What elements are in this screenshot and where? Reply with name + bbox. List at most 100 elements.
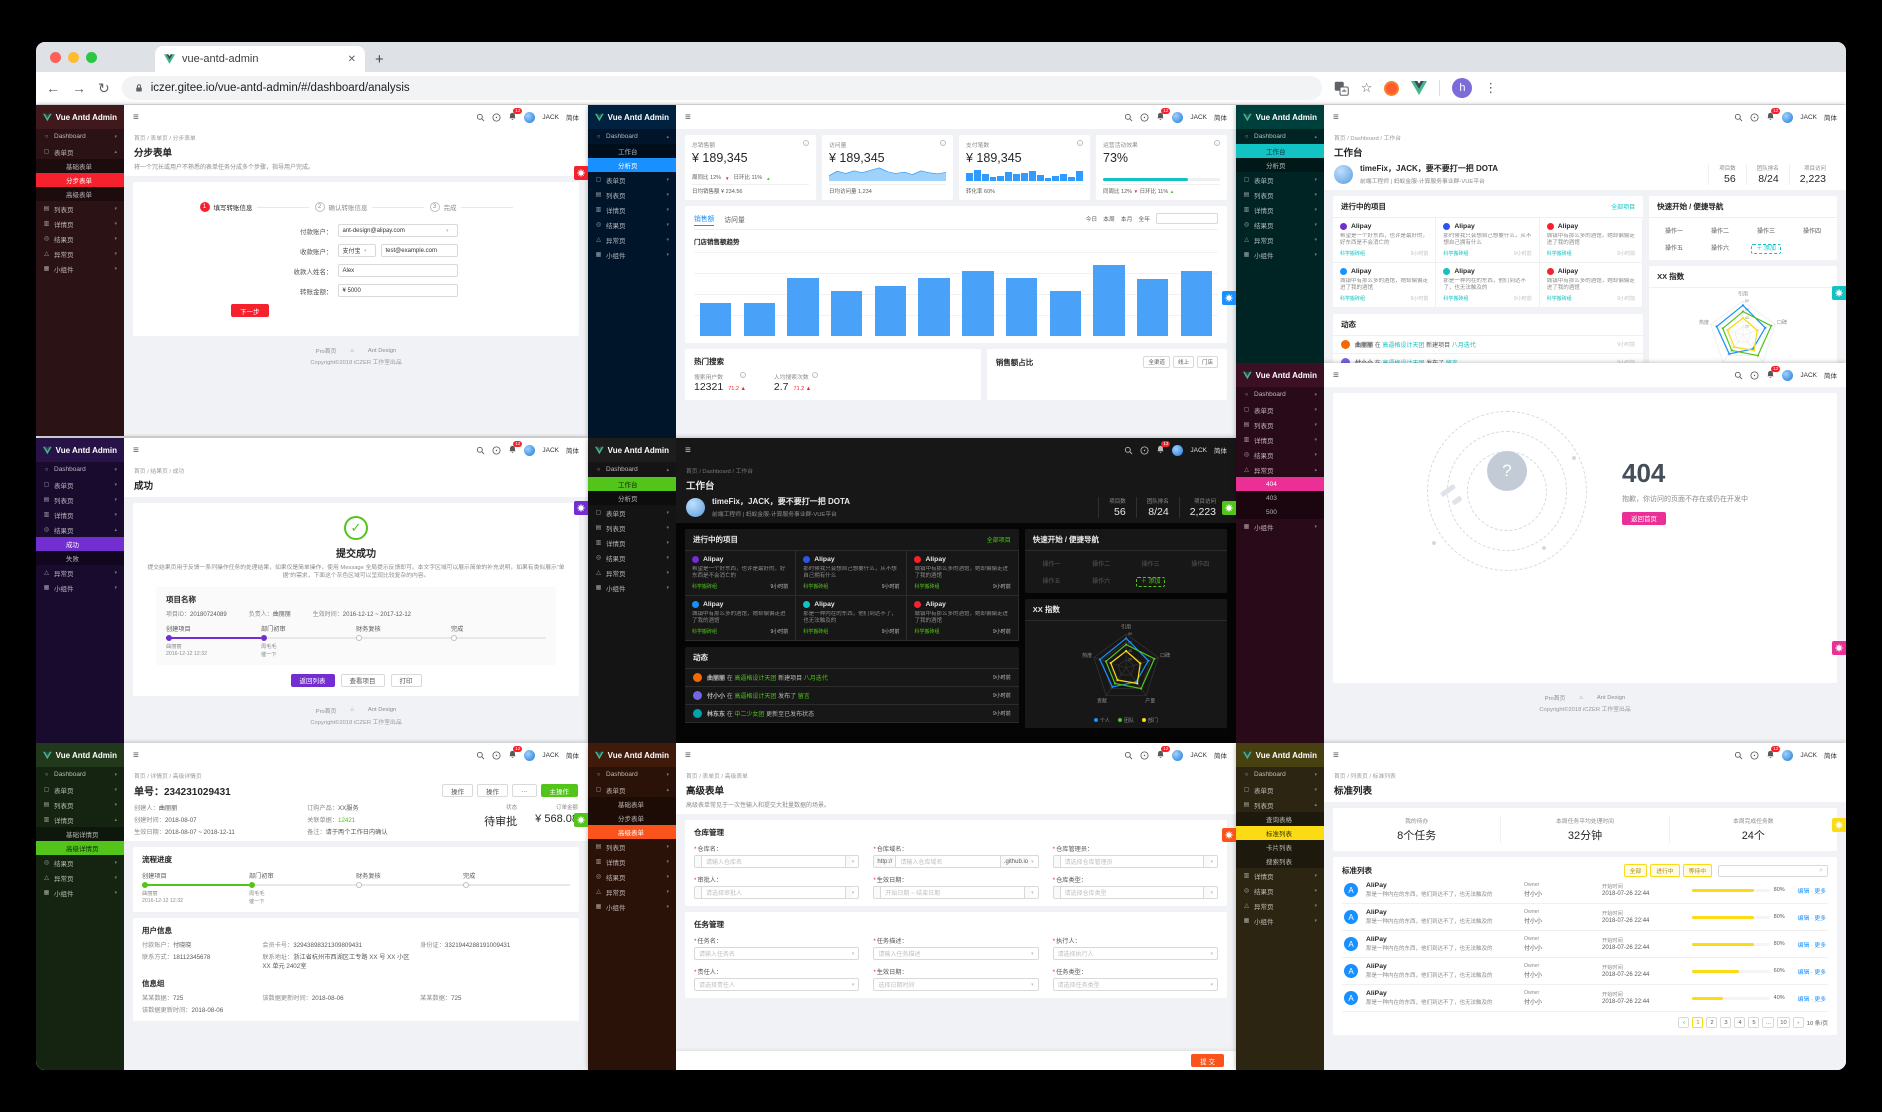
sidebar-item[interactable]: ○ Dashboard ▾ <box>36 767 124 782</box>
sidebar-item[interactable]: 标准列表 <box>1236 826 1324 840</box>
all-projects-link[interactable]: 全部项目 <box>987 535 1011 544</box>
sidebar-item[interactable]: 高级表单 <box>588 825 676 839</box>
address-bar[interactable]: iczer.gitee.io/vue-antd-admin/#/dashboar… <box>121 76 1322 100</box>
app-logo[interactable]: Vue Antd Admin <box>588 438 676 462</box>
action-button[interactable]: 操作 <box>477 784 508 797</box>
list-row[interactable]: A AliPay 那是一种内在的东西，他们到达不了，也无法触及的 Owner 付小小… <box>1342 877 1828 904</box>
page-number-button[interactable]: 4 <box>1734 1017 1746 1028</box>
form-input[interactable]: 请选择审批人 ▾ <box>694 886 860 899</box>
sidebar-item[interactable]: ◎ 结果页 ▾ <box>1236 217 1324 232</box>
sidebar-item[interactable]: ▤ 列表页 ▾ <box>588 187 676 202</box>
bookmark-star-icon[interactable]: ☆ <box>1361 80 1373 96</box>
help-icon[interactable] <box>1750 751 1759 760</box>
menu-fold-icon[interactable]: ≡ <box>1333 370 1339 381</box>
theme-settings-button[interactable] <box>1222 828 1236 842</box>
project-group-link[interactable]: 科学搬砖组 <box>803 628 828 635</box>
menu-fold-icon[interactable]: ≡ <box>133 445 139 456</box>
project-group-link[interactable]: 科学搬砖组 <box>692 628 717 635</box>
project-group-link[interactable]: 科学搬砖组 <box>1443 250 1468 257</box>
sidebar-item[interactable]: △ 异常页 ▾ <box>1236 232 1324 247</box>
language-switch[interactable]: 简体 <box>1824 112 1837 122</box>
sidebar-item[interactable]: ▢ 表单页 ▴ <box>588 782 676 797</box>
app-logo[interactable]: Vue Antd Admin <box>588 105 676 129</box>
sidebar-item[interactable]: △ 异常页 ▴ <box>1236 462 1324 477</box>
group-link[interactable]: 高逼格设计天团 <box>734 694 776 700</box>
back-home-button[interactable]: 返回首页 <box>1622 511 1666 525</box>
sidebar-item[interactable]: ▢ 表单页 ▾ <box>588 505 676 520</box>
sidebar-item[interactable]: ○ Dashboard ▾ <box>36 462 124 477</box>
sidebar-item[interactable]: ▥ 详情页 ▾ <box>1236 202 1324 217</box>
sidebar-item[interactable]: ○ Dashboard ▴ <box>1236 129 1324 144</box>
theme-settings-button[interactable] <box>574 501 588 515</box>
quick-op-link[interactable]: 操作二 <box>1697 222 1743 239</box>
form-input[interactable]: 请输入任务名 ▾ <box>694 947 860 960</box>
sidebar-item[interactable]: ▥ 详情页 ▾ <box>36 216 124 231</box>
sidebar-item[interactable]: ▥ 详情页 ▾ <box>588 535 676 550</box>
help-icon[interactable] <box>492 113 501 122</box>
vue-devtools-icon[interactable] <box>1411 81 1427 95</box>
sidebar-item[interactable]: ▢ 表单页 ▾ <box>36 477 124 492</box>
browser-tab[interactable]: vue-antd-admin ✕ <box>155 46 365 72</box>
sidebar-item[interactable]: ▢ 表单页 ▾ <box>36 782 124 797</box>
sidebar-item[interactable]: ▦ 小组件 ▾ <box>36 885 124 900</box>
search-icon[interactable] <box>476 751 485 760</box>
sidebar-item[interactable]: 搜索列表 <box>1236 854 1324 868</box>
form-input[interactable]: 请选择执行人 ▾ <box>1052 947 1218 960</box>
sidebar-item[interactable]: 基础详情页 <box>36 827 124 841</box>
list-filter-button[interactable]: 全部 <box>1623 864 1648 877</box>
row-actions[interactable]: 编辑 · 更多 <box>1798 940 1826 949</box>
sidebar-item[interactable]: ◎ 结果页 ▴ <box>36 522 124 537</box>
sidebar-item[interactable]: ◎ 结果页 ▾ <box>36 231 124 246</box>
sidebar-item[interactable]: ▤ 列表页 ▾ <box>1236 417 1324 432</box>
translate-icon[interactable] <box>1334 81 1349 96</box>
sidebar-item[interactable]: 403 <box>1236 491 1324 505</box>
project-card[interactable]: Alipay 城镇中有那么多的酒馆，她却偏偏走进了我的酒馆 科学搬砖组 9小时前 <box>1333 263 1437 308</box>
list-search-input[interactable]: ⌕ <box>1718 864 1828 877</box>
project-card[interactable]: Alipay 城镇中有那么多的酒馆，她却偏偏走进了我的酒馆 科学搬砖组 9小时前 <box>685 596 797 641</box>
form-input[interactable]: 开始日期 ~ 结束日期 ▾ <box>873 886 1039 899</box>
app-logo[interactable]: Vue Antd Admin <box>36 105 124 129</box>
group-link[interactable]: 高逼格设计天团 <box>734 676 776 682</box>
row-actions[interactable]: 编辑 · 更多 <box>1798 994 1826 1003</box>
sidebar-item[interactable]: ▥ 详情页 ▾ <box>1236 868 1324 883</box>
search-icon[interactable] <box>1734 113 1743 122</box>
page-size-select[interactable]: 10 条/页 <box>1807 1018 1828 1027</box>
language-switch[interactable]: 简体 <box>1824 750 1837 760</box>
menu-fold-icon[interactable]: ≡ <box>133 750 139 761</box>
project-card[interactable]: Alipay 希望是一个好东西，也许是最好的，好东西是不会消亡的 科学搬砖组 9小… <box>685 551 797 596</box>
menu-fold-icon[interactable]: ≡ <box>685 750 691 761</box>
more-actions-button[interactable]: … <box>512 784 537 797</box>
target-link[interactable]: 留言 <box>798 694 810 700</box>
form-input[interactable]: 请选择任务类型 ▾ <box>1052 978 1218 991</box>
language-switch[interactable]: 简体 <box>1824 370 1837 380</box>
language-switch[interactable]: 简体 <box>566 112 579 122</box>
project-card[interactable]: Alipay 希望是一个好东西，也许是最好的，好东西是不会消亡的 科学搬砖组 9小… <box>1333 218 1437 263</box>
project-group-link[interactable]: 科学搬砖组 <box>1340 250 1365 257</box>
search-icon[interactable] <box>476 446 485 455</box>
quick-op-link[interactable]: 操作四 <box>1175 555 1225 572</box>
app-logo[interactable]: Vue Antd Admin <box>1236 743 1324 767</box>
row-actions[interactable]: 编辑 · 更多 <box>1798 967 1826 976</box>
list-row[interactable]: A AliPay 那是一种内在的东西，他们到达不了，也无法触及的 Owner 付小小… <box>1342 904 1828 931</box>
sidebar-item[interactable]: ◎ 结果页 ▾ <box>588 869 676 884</box>
payee-type-select[interactable]: 支付宝 ▾ <box>337 244 376 257</box>
sidebar-item[interactable]: ▤ 列表页 ▾ <box>36 201 124 216</box>
app-logo[interactable]: Vue Antd Admin <box>1236 363 1324 387</box>
sidebar-item[interactable]: ◎ 结果页 ▾ <box>36 855 124 870</box>
help-icon[interactable] <box>492 446 501 455</box>
sidebar-item[interactable]: 分析页 <box>1236 158 1324 172</box>
list-filter-button[interactable]: 进行中 <box>1650 864 1680 877</box>
help-icon[interactable] <box>1750 371 1759 380</box>
user-avatar[interactable] <box>524 444 536 456</box>
language-switch[interactable]: 简体 <box>1214 445 1227 455</box>
theme-settings-button[interactable] <box>1222 501 1236 515</box>
sidebar-item[interactable]: ▦ 小组件 ▾ <box>36 580 124 595</box>
project-group-link[interactable]: 科学搬砖组 <box>914 628 939 635</box>
sidebar-item[interactable]: ▤ 列表页 ▾ <box>588 839 676 854</box>
channel-filter-button[interactable]: 线上 <box>1172 356 1194 368</box>
form-input[interactable]: 请选择责任人 ▾ <box>694 978 860 991</box>
back-icon[interactable]: ← <box>46 80 60 96</box>
sidebar-item[interactable]: △ 异常页 ▾ <box>36 565 124 580</box>
sidebar-item[interactable]: ▤ 列表页 ▾ <box>36 492 124 507</box>
footer-link[interactable]: Ant Design <box>368 348 396 354</box>
